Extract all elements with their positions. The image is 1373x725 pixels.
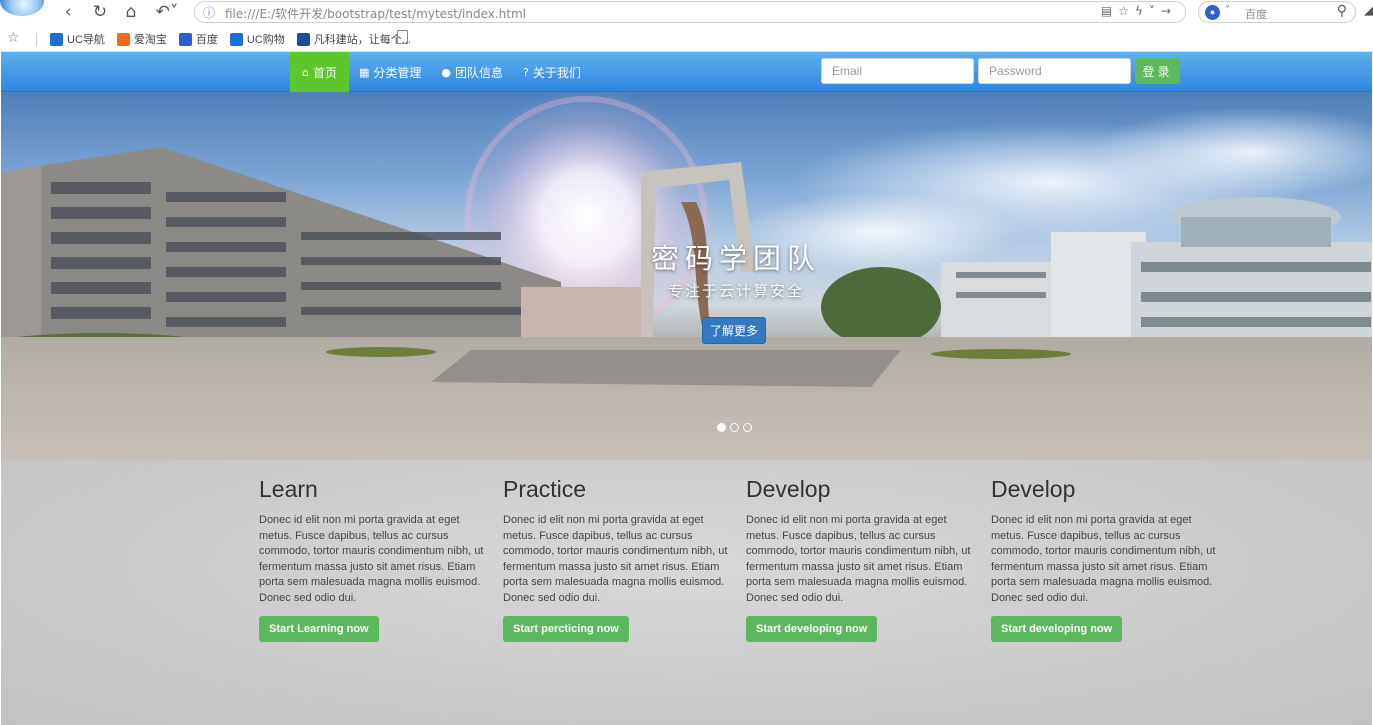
features-section: Learn Donec id elit non mi porta gravida… — [1, 460, 1372, 725]
nav-item-label: 关于我们 — [532, 65, 581, 80]
bookmark-label: UC导航 — [67, 34, 105, 46]
browser-search-box[interactable]: ● ˅ 百度 ⚲ — [1198, 1, 1356, 23]
document-icon[interactable] — [397, 30, 408, 44]
search-placeholder[interactable]: 百度 — [1245, 6, 1267, 22]
bookmark-label: 百度 — [195, 34, 218, 46]
bookmark-item[interactable]: UC购物 — [229, 31, 285, 47]
feature-title: Develop — [991, 476, 1076, 502]
nav-menu: ⌂ 首页 ▦ 分类管理 ● 团队信息? 关于我们 — [290, 52, 591, 92]
feature-column: Develop Donec id elit non mi porta gravi… — [746, 476, 971, 642]
search-icon[interactable]: ⚲ — [1337, 3, 1347, 19]
undo-close-icon[interactable]: ↶˅ — [152, 2, 182, 22]
user-icon: ● — [441, 65, 452, 79]
bookmark-item[interactable]: 百度 — [178, 31, 218, 47]
hero-title: 密码学团队 — [650, 242, 821, 275]
login-button[interactable]: 登录 — [1135, 58, 1180, 84]
feature-column: Learn Donec id elit non mi porta gravida… — [259, 476, 484, 642]
nav-item-label: 分类管理 — [373, 65, 422, 80]
bookmarks-bar: ☆ UC导航 爱淘宝 百度 UC购物 凡科建站，让每个... — [0, 27, 1373, 51]
feature-text: Donec id elit non mi porta gravida at eg… — [503, 514, 728, 604]
menu-icon[interactable]: ◢ — [1364, 3, 1373, 18]
uc-nav-icon — [50, 32, 63, 46]
url-bar[interactable]: ⓘ file:///E:/软件开发/bootstrap/test/mytest/… — [194, 1, 1186, 23]
feature-text: Donec id elit non mi porta gravida at eg… — [746, 514, 971, 604]
navbar: ⌂首页▦分类管理●团队信息?关于我们 登录 — [1, 52, 1372, 92]
taobao-icon — [116, 32, 130, 46]
bookmark-list: UC导航 爱淘宝 百度 UC购物 凡科建站，让每个... — [50, 31, 411, 47]
login-form: 登录 — [821, 58, 1180, 84]
feature-text: Donec id elit non mi porta gravida at eg… — [259, 514, 484, 604]
feature-title: Develop — [746, 476, 831, 502]
nav-item[interactable]: ● 团队信息 — [431, 52, 513, 92]
feature-title: Practice — [503, 476, 587, 502]
carousel-dot[interactable] — [730, 423, 739, 432]
password-field[interactable] — [978, 58, 1131, 84]
carousel-indicators — [717, 423, 752, 432]
feature-column: Develop Donec id elit non mi porta gravi… — [991, 476, 1216, 642]
start-developing-button[interactable]: Start developing now — [991, 616, 1123, 642]
nav-item-label: 首页 — [312, 65, 337, 80]
carousel-dot[interactable] — [743, 423, 752, 432]
divider — [36, 33, 37, 46]
nav-item[interactable]: ? 关于我们 — [513, 52, 591, 92]
star-icon[interactable]: ☆ — [7, 30, 20, 46]
nav-item-label: 团队信息 — [455, 65, 504, 80]
url-text[interactable]: file:///E:/软件开发/bootstrap/test/mytest/in… — [225, 5, 526, 22]
bookmark-label: 爱淘宝 — [133, 34, 167, 46]
question-circle-icon: ? — [523, 65, 529, 79]
start-developing-button[interactable]: Start developing now — [746, 616, 878, 642]
browser-chrome: ‹ ↻ ⌂ ↶˅ ⓘ file:///E:/软件开发/bootstrap/tes… — [0, 0, 1373, 52]
hero-carousel: 密码学团队 专注于云计算安全 了解更多 — [1, 92, 1372, 460]
chevron-down-icon[interactable]: ˅ — [1225, 5, 1230, 16]
baidu-icon — [178, 32, 192, 46]
fanke-icon — [296, 32, 310, 46]
address-bar-row: ‹ ↻ ⌂ ↶˅ ⓘ file:///E:/软件开发/bootstrap/tes… — [0, 0, 1373, 25]
feature-text: Donec id elit non mi porta gravida at eg… — [991, 514, 1216, 604]
bookmark-item[interactable]: 凡科建站，让每个... — [296, 31, 411, 47]
home-icon: ⌂ — [302, 65, 309, 79]
reload-icon[interactable]: ↻ — [89, 2, 111, 22]
grid-icon: ▦ — [359, 65, 370, 79]
learn-more-button[interactable]: 了解更多 — [702, 317, 766, 344]
hero-subtitle: 专注于云计算安全 — [667, 283, 804, 300]
feature-title: Learn — [259, 476, 318, 502]
start-learning-button[interactable]: Start Learning now — [259, 616, 379, 642]
bookmark-label: UC购物 — [246, 34, 285, 46]
bookmark-item[interactable]: 爱淘宝 — [116, 31, 167, 47]
uc-shop-icon — [229, 32, 243, 46]
nav-item[interactable]: ⌂ 首页 — [290, 52, 349, 92]
feature-column: Practice Donec id elit non mi porta grav… — [503, 476, 728, 642]
url-tools-icons[interactable]: ▤☆ϟ˅→ — [1101, 4, 1177, 18]
carousel-dot[interactable] — [717, 423, 726, 432]
email-field[interactable] — [821, 58, 974, 84]
back-icon[interactable]: ‹ — [57, 2, 79, 22]
nav-item[interactable]: ▦ 分类管理 — [349, 52, 431, 92]
start-practicing-button[interactable]: Start percticing now — [503, 616, 629, 642]
bookmark-item[interactable]: UC导航 — [50, 31, 105, 47]
browser-logo-icon — [0, 0, 44, 16]
home-page-icon[interactable]: ⌂ — [120, 2, 142, 22]
baidu-engine-icon[interactable]: ● — [1205, 5, 1220, 20]
website: ⌂首页▦分类管理●团队信息?关于我们 登录 — [1, 52, 1372, 725]
page-info-icon[interactable]: ⓘ — [203, 4, 215, 21]
